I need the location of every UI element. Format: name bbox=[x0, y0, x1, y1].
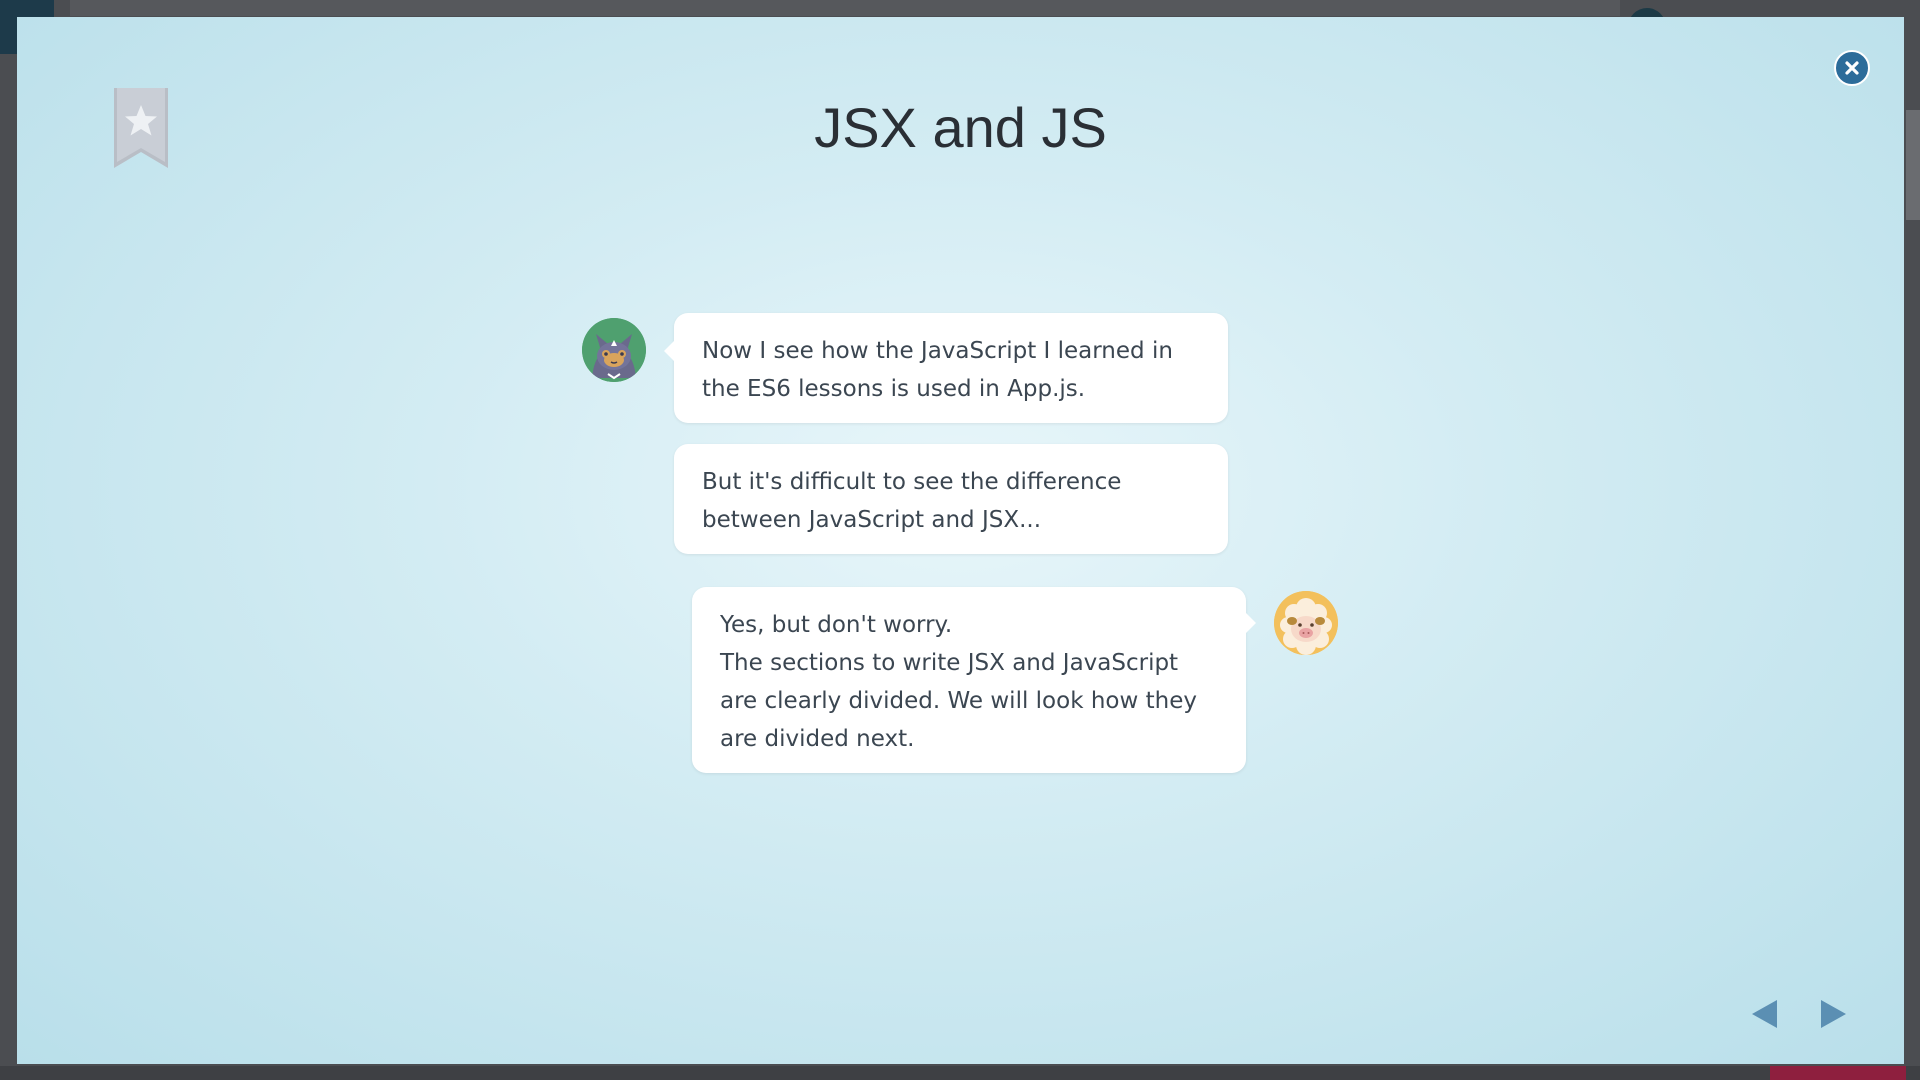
chat-bubble: Yes, but don't worry. The sections to wr… bbox=[692, 587, 1256, 773]
triangle-right-icon bbox=[1821, 1000, 1846, 1028]
next-button[interactable] bbox=[1819, 998, 1849, 1030]
lesson-modal: JSX and JS Now I see how the JavaScript … bbox=[17, 17, 1904, 1064]
app-footer-bar bbox=[0, 1066, 1920, 1080]
cat-avatar bbox=[582, 318, 646, 382]
lesson-title: JSX and JS bbox=[814, 96, 1107, 159]
chat-bubble: But it's difficult to see the difference… bbox=[674, 444, 1228, 554]
contact-button bbox=[1770, 1066, 1906, 1080]
close-button[interactable] bbox=[1834, 50, 1870, 86]
cat-character-icon bbox=[582, 318, 646, 382]
page-scrollbar bbox=[1906, 110, 1920, 220]
previous-button[interactable] bbox=[1749, 998, 1779, 1030]
chat-message-text: The sections to write JSX and JavaScript… bbox=[720, 650, 1197, 752]
chat-message-text: Yes, but don't worry. bbox=[720, 612, 953, 638]
close-icon bbox=[1845, 61, 1859, 75]
chat-message-text: Now I see how the JavaScript I learned i… bbox=[702, 338, 1173, 402]
chat-bubble: Now I see how the JavaScript I learned i… bbox=[664, 313, 1228, 423]
sheep-avatar bbox=[1274, 591, 1338, 655]
app-header-bar bbox=[70, 0, 1620, 16]
sheep-character-icon bbox=[1274, 591, 1338, 655]
triangle-left-icon bbox=[1752, 1000, 1777, 1028]
chat-message-text: But it's difficult to see the difference… bbox=[702, 469, 1122, 533]
